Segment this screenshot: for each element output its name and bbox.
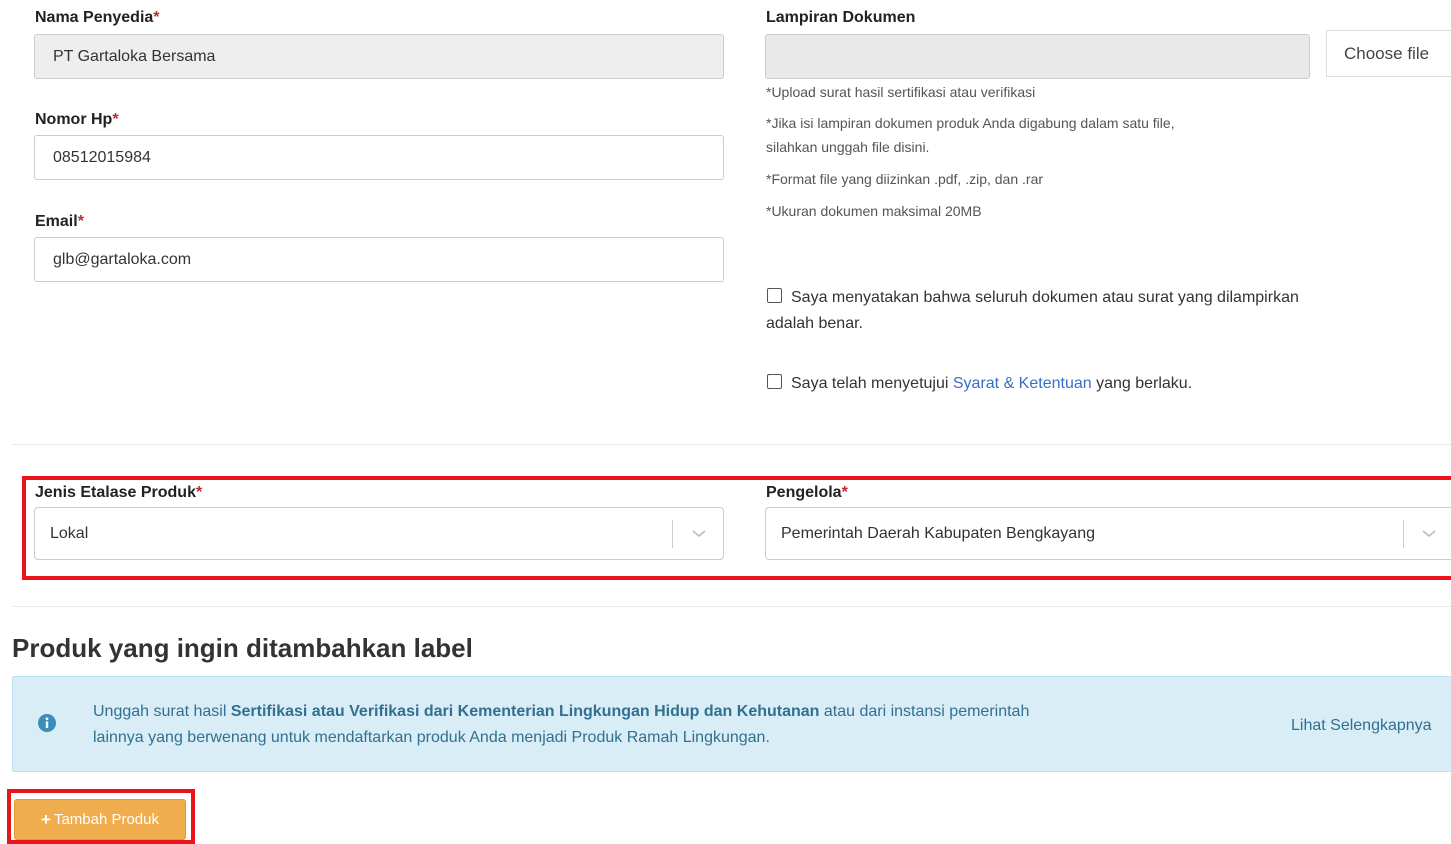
lampiran-note-3: silahkan unggah file disini. [766,139,930,155]
alert-text-before: Unggah surat hasil [93,703,231,720]
agree-terms-suffix: yang berlaku. [1091,375,1193,392]
email-label-text: Email [35,213,78,230]
email-label: Email* [35,213,84,231]
chevron-down-icon [1422,530,1436,538]
nama-penyedia-label-text: Nama Penyedia [35,9,154,26]
lampiran-note-1: *Upload surat hasil sertifikasi atau ver… [766,84,1036,100]
required-mark: * [195,484,203,501]
alert-text-after: atau dari instansi pemerintah [819,703,1030,720]
choose-file-button[interactable]: Choose file [1326,30,1451,77]
pengelola-label-text: Pengelola [766,484,842,501]
jenis-etalase-value: Lokal [50,525,89,542]
nama-penyedia-label: Nama Penyedia* [35,9,160,27]
select-separator [1403,520,1404,548]
chevron-down-icon [692,530,706,538]
section-title: Produk yang ingin ditambahkan label [12,633,473,663]
nomor-hp-value: 08512015984 [53,148,151,166]
lampiran-dokumen-label: Lampiran Dokumen [766,9,916,26]
pengelola-value: Pemerintah Daerah Kabupaten Bengkayang [781,525,1095,542]
add-product-label: Tambah Produk [53,811,159,828]
alert-text-bold: Sertifikasi atau Verifikasi dari Kemente… [230,703,820,720]
info-circle-icon [38,714,56,732]
agree-terms-prefix: Saya telah menyetujui [791,375,953,392]
agree-documents-line2: adalah benar. [766,315,863,332]
info-alert: Unggah surat hasil Sertifikasi atau Veri… [12,676,1451,772]
alert-text-line1: Unggah surat hasil Sertifikasi atau Veri… [93,699,1029,725]
choose-file-label: Choose file [1344,43,1430,63]
required-mark: * [77,213,84,230]
required-mark: * [112,111,119,128]
select-separator [672,520,673,548]
file-name-display [765,34,1310,79]
divider [12,606,1451,607]
agree-documents-checkbox[interactable] [767,288,782,303]
nomor-hp-field[interactable]: 08512015984 [34,135,724,180]
agree-terms-checkbox[interactable] [767,374,782,389]
see-more-link[interactable]: Lihat Selengkapnya [1291,713,1432,739]
required-mark: * [153,9,160,26]
nama-penyedia-field: PT Gartaloka Bersama [34,34,724,79]
nomor-hp-label-text: Nomor Hp [35,111,113,128]
jenis-etalase-select[interactable]: Lokal [34,507,724,560]
alert-text-line2: lainnya yang berwenang untuk mendaftarka… [93,729,770,746]
lampiran-note-5: *Ukuran dokumen maksimal 20MB [766,203,982,219]
required-mark: * [841,484,848,501]
nama-penyedia-value: PT Gartaloka Bersama [53,47,216,65]
agree-documents-line1: Saya menyatakan bahwa seluruh dokumen at… [791,289,1299,306]
divider [12,444,1451,445]
nomor-hp-label: Nomor Hp* [35,111,119,129]
email-value: glb@gartaloka.com [53,250,192,268]
lampiran-note-4: *Format file yang diizinkan .pdf, .zip, … [766,171,1044,187]
pengelola-label: Pengelola* [766,484,848,502]
agree-terms-text: Saya telah menyetujui Syarat & Ketentuan… [791,371,1192,397]
lampiran-note-2: *Jika isi lampiran dokumen produk Anda d… [766,115,1175,131]
plus-icon: + [41,809,51,829]
email-field[interactable]: glb@gartaloka.com [34,237,724,282]
terms-link[interactable]: Syarat & Ketentuan [953,375,1092,392]
jenis-etalase-label-text: Jenis Etalase Produk [35,484,196,501]
add-product-button[interactable]: + Tambah Produk [14,799,186,840]
pengelola-select[interactable]: Pemerintah Daerah Kabupaten Bengkayang [765,507,1451,560]
jenis-etalase-label: Jenis Etalase Produk* [35,484,202,502]
